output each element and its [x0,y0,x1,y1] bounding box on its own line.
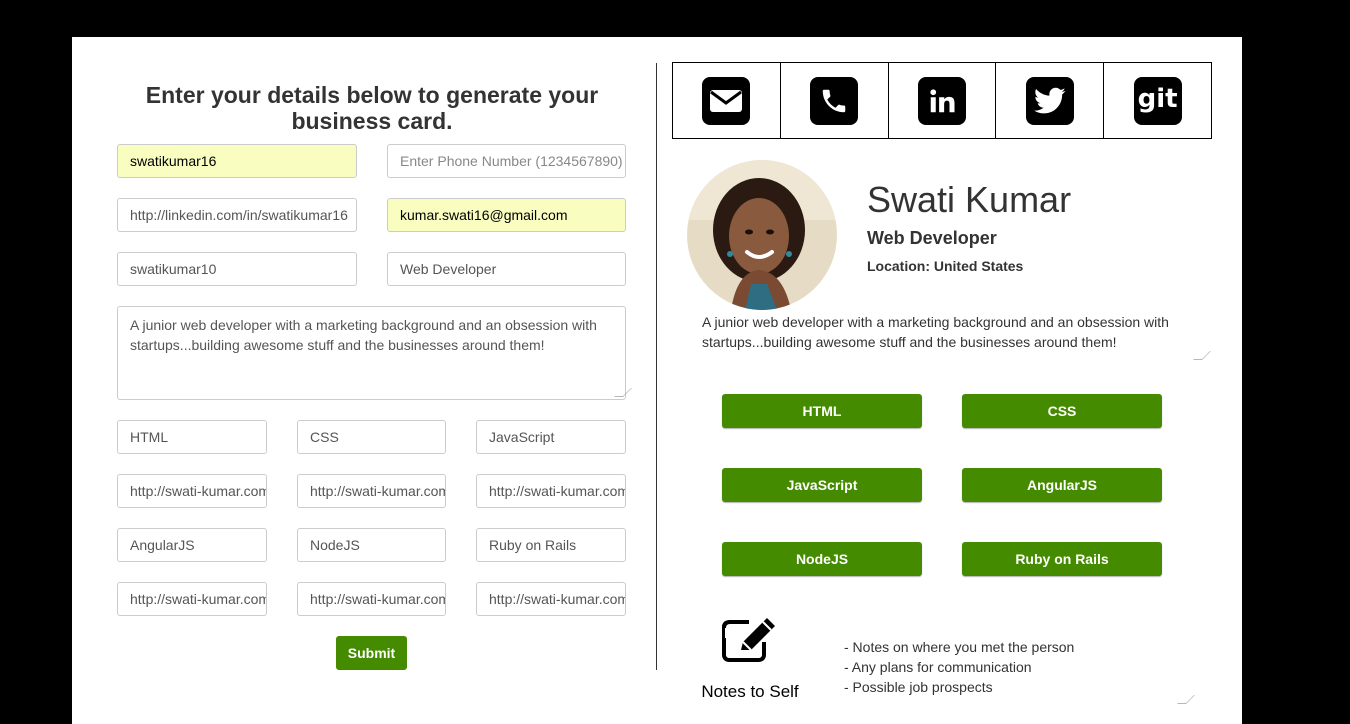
job-title-input[interactable]: Web Developer [387,252,626,286]
skill-name-input[interactable]: Ruby on Rails [476,528,626,562]
notes-label: Notes to Self [701,682,799,701]
page-container: Enter your details below to generate you… [72,37,1242,724]
email-link[interactable] [673,63,781,138]
skill-link-input[interactable]: http://swati-kumar.com [297,474,446,508]
skill-link-input[interactable]: http://swati-kumar.com [117,582,267,616]
skill-link-input[interactable]: http://swati-kumar.com [117,474,267,508]
resize-handle[interactable] [1177,695,1195,704]
linkedin-link[interactable] [889,63,997,138]
notes-text: - Notes on where you met the person - An… [844,639,1075,695]
phone-icon [810,76,859,125]
twitter-link[interactable] [996,63,1105,138]
linkedin-icon [917,76,966,125]
notes-textarea[interactable]: - Notes on where you met the person - An… [844,617,1195,704]
card-name: Swati Kumar [867,179,1072,220]
skill-button[interactable]: NodeJS [722,542,922,576]
skill-button[interactable]: JavaScript [722,468,922,502]
bio-textarea[interactable]: A junior web developer with a marketing … [117,306,632,400]
git-icon: git [1133,76,1182,125]
skill-name-input[interactable]: HTML [117,420,267,454]
skill-name-input[interactable]: JavaScript [476,420,626,454]
skill-button[interactable]: CSS [962,394,1162,428]
skill-button[interactable]: HTML [722,394,922,428]
skill-link-input[interactable]: http://swati-kumar.com [476,582,626,616]
git-link[interactable]: git [1104,63,1211,138]
skill-button[interactable]: Ruby on Rails [962,542,1162,576]
skill-name-input[interactable]: CSS [297,420,446,454]
card-location: Location: United States [867,258,1024,274]
twitter-input[interactable]: swatikumar10 [117,252,357,286]
resize-handle[interactable] [1193,351,1211,360]
social-bar: git [672,62,1212,139]
username-input[interactable]: swatikumar16 [117,144,357,178]
avatar [687,160,837,310]
submit-button[interactable]: Submit [336,636,407,670]
card-bio[interactable]: A junior web developer with a marketing … [702,312,1211,360]
phone-input[interactable]: Enter Phone Number (1234567890) [387,144,626,178]
card-bio-text: A junior web developer with a marketing … [702,314,1169,350]
email-input[interactable]: kumar.swati16@gmail.com [387,198,626,232]
form-title: Enter your details below to generate you… [145,82,599,134]
bio-text: A junior web developer with a marketing … [130,317,597,353]
skill-link-input[interactable]: http://swati-kumar.com [297,582,446,616]
phone-link[interactable] [781,63,889,138]
skill-name-input[interactable]: AngularJS [117,528,267,562]
card-title: Web Developer [867,228,997,248]
skill-name-input[interactable]: NodeJS [297,528,446,562]
skill-button[interactable]: AngularJS [962,468,1162,502]
skill-link-input[interactable]: http://swati-kumar.com [476,474,626,508]
edit-icon [719,616,781,666]
email-icon [702,76,751,125]
git-label: git [1137,83,1178,114]
resize-handle[interactable] [614,388,632,397]
divider [656,63,657,670]
linkedin-input[interactable]: http://linkedin.com/in/swatikumar16 [117,198,357,232]
twitter-icon [1025,76,1074,125]
